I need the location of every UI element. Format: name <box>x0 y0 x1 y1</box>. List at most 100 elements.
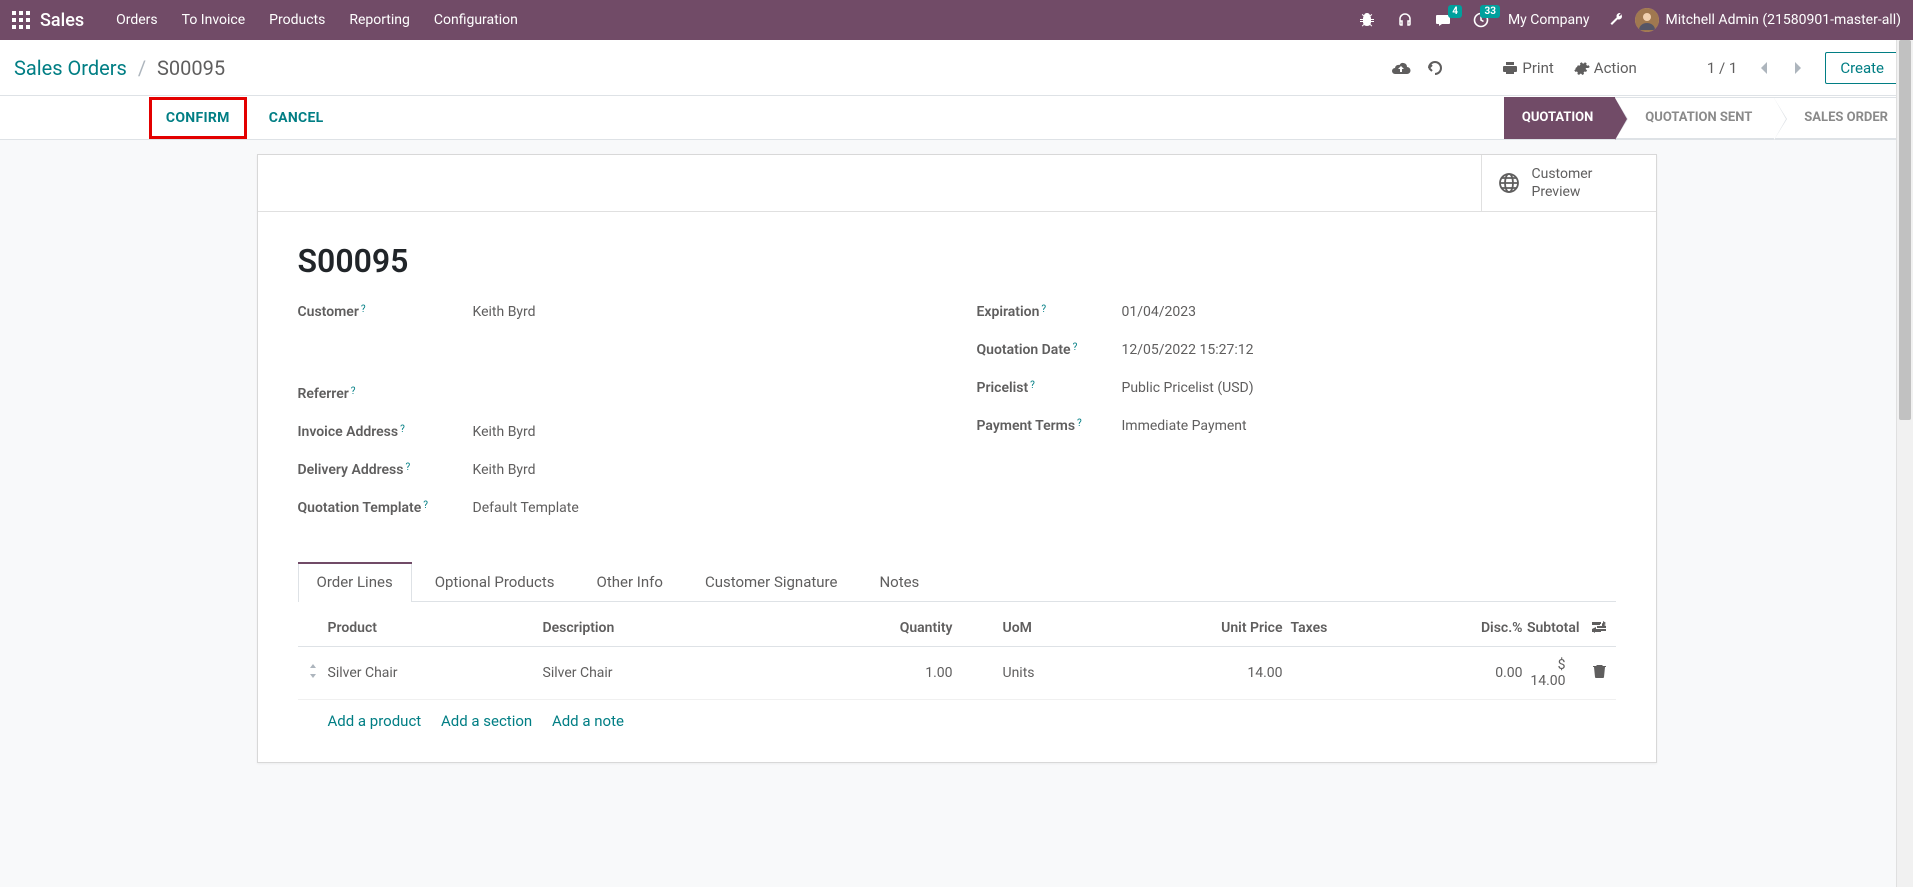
menu-configuration[interactable]: Configuration <box>422 0 530 40</box>
expiration-value[interactable]: 01/04/2023 <box>1122 304 1616 320</box>
activities-icon[interactable]: 33 <box>1466 5 1496 35</box>
help-icon[interactable]: ? <box>1077 418 1082 429</box>
table-row[interactable]: Silver Chair Silver Chair 1.00 Units 14.… <box>298 647 1616 700</box>
cell-disc[interactable]: 0.00 <box>1363 665 1523 681</box>
quotation-template-label: Quotation Template <box>298 500 422 516</box>
help-icon[interactable]: ? <box>1030 380 1035 391</box>
header-disc[interactable]: Disc.% <box>1363 620 1523 638</box>
tab-optional-products[interactable]: Optional Products <box>416 562 574 601</box>
sheet-header: Customer Preview <box>258 155 1656 212</box>
create-button[interactable]: Create <box>1825 52 1899 84</box>
header-uom[interactable]: UoM <box>953 620 1133 638</box>
delivery-address-label: Delivery Address <box>298 462 404 478</box>
user-name[interactable]: Mitchell Admin (21580901-master-all) <box>1665 12 1901 28</box>
header-unit-price[interactable]: Unit Price <box>1133 620 1283 638</box>
referrer-label: Referrer <box>298 386 349 402</box>
status-sales-order[interactable]: SALES ORDER <box>1774 97 1903 139</box>
header-taxes[interactable]: Taxes <box>1283 620 1363 638</box>
cell-quantity[interactable]: 1.00 <box>813 665 953 681</box>
payment-terms-value[interactable]: Immediate Payment <box>1122 418 1616 434</box>
top-navbar: Sales Orders To Invoice Products Reporti… <box>0 0 1913 40</box>
help-icon[interactable]: ? <box>1041 304 1046 315</box>
cell-unit-price[interactable]: 14.00 <box>1133 665 1283 681</box>
tools-icon[interactable] <box>1601 5 1631 35</box>
header-subtotal[interactable]: Subtotal <box>1523 620 1580 638</box>
invoice-address-value[interactable]: Keith Byrd <box>473 424 937 440</box>
delete-row-icon[interactable] <box>1566 664 1606 682</box>
tab-order-lines[interactable]: Order Lines <box>298 562 412 602</box>
customer-preview-line1: Customer <box>1532 165 1593 183</box>
activities-badge: 33 <box>1480 5 1499 18</box>
cloud-icon[interactable] <box>1384 53 1418 83</box>
cell-product[interactable]: Silver Chair <box>328 665 543 681</box>
globe-icon <box>1498 172 1520 194</box>
pager: 1 / 1 <box>1697 59 1748 77</box>
confirm-button[interactable]: CONFIRM <box>154 102 242 134</box>
action-label: Action <box>1594 59 1637 77</box>
form-right-col: Expiration? 01/04/2023 Quotation Date? 1… <box>977 304 1616 538</box>
print-button[interactable]: Print <box>1492 53 1563 83</box>
cell-uom[interactable]: Units <box>953 665 1133 681</box>
company-selector[interactable]: My Company <box>1500 12 1598 28</box>
menu-reporting[interactable]: Reporting <box>337 0 422 40</box>
status-quotation-sent[interactable]: QUOTATION SENT <box>1615 97 1774 139</box>
help-icon[interactable]: ? <box>361 304 366 315</box>
confirm-highlight: CONFIRM <box>149 97 247 139</box>
breadcrumb: Sales Orders / S00095 <box>14 56 225 80</box>
help-icon[interactable]: ? <box>423 500 428 511</box>
quotation-template-value[interactable]: Default Template <box>473 500 937 516</box>
send-by-email-button[interactable]: SEND BY EMAIL <box>10 102 139 134</box>
print-label: Print <box>1522 59 1553 77</box>
undo-icon[interactable] <box>1418 53 1452 83</box>
columns-settings-icon[interactable] <box>1580 620 1606 638</box>
add-links: Add a product Add a section Add a note <box>298 700 1616 742</box>
status-bar: QUOTATION QUOTATION SENT SALES ORDER <box>1504 97 1903 139</box>
help-icon[interactable]: ? <box>1073 342 1078 353</box>
payment-terms-label: Payment Terms <box>977 418 1076 434</box>
apps-icon[interactable] <box>12 11 30 29</box>
user-avatar[interactable] <box>1635 8 1659 32</box>
pricelist-value[interactable]: Public Pricelist (USD) <box>1122 380 1616 396</box>
header-product[interactable]: Product <box>328 620 543 638</box>
header-description[interactable]: Description <box>543 620 813 638</box>
pricelist-label: Pricelist <box>977 380 1029 396</box>
scrollbar[interactable] <box>1896 40 1913 887</box>
customer-value[interactable]: Keith Byrd <box>473 304 937 320</box>
pager-prev-icon[interactable] <box>1747 53 1781 83</box>
form-sheet: Customer Preview S00095 Customer? Keith … <box>257 154 1657 763</box>
app-name[interactable]: Sales <box>40 10 84 31</box>
quotation-date-value[interactable]: 12/05/2022 15:27:12 <box>1122 342 1616 358</box>
tab-notes[interactable]: Notes <box>860 562 938 601</box>
delivery-address-value[interactable]: Keith Byrd <box>473 462 937 478</box>
add-note-link[interactable]: Add a note <box>552 712 624 730</box>
sheet-container: Customer Preview S00095 Customer? Keith … <box>0 140 1913 763</box>
menu-orders[interactable]: Orders <box>104 0 170 40</box>
tab-other-info[interactable]: Other Info <box>578 562 682 601</box>
action-button[interactable]: Action <box>1564 53 1647 83</box>
messages-badge: 4 <box>1448 5 1462 18</box>
breadcrumb-parent[interactable]: Sales Orders <box>14 56 127 80</box>
record-title: S00095 <box>298 242 1616 280</box>
customer-preview-button[interactable]: Customer Preview <box>1481 155 1656 211</box>
menu-to-invoice[interactable]: To Invoice <box>170 0 258 40</box>
tab-customer-signature[interactable]: Customer Signature <box>686 562 857 601</box>
add-section-link[interactable]: Add a section <box>441 712 532 730</box>
drag-handle-icon[interactable] <box>308 664 328 682</box>
add-product-link[interactable]: Add a product <box>328 712 422 730</box>
sheet-body: S00095 Customer? Keith Byrd Referrer? In… <box>258 212 1656 762</box>
cell-description[interactable]: Silver Chair <box>543 665 813 681</box>
table-header: Product Description Quantity UoM Unit Pr… <box>298 612 1616 647</box>
help-icon[interactable]: ? <box>351 386 356 397</box>
help-icon[interactable]: ? <box>405 462 410 473</box>
scrollbar-thumb[interactable] <box>1899 40 1911 420</box>
help-icon[interactable]: ? <box>400 424 405 435</box>
support-icon[interactable] <box>1390 5 1420 35</box>
status-quotation[interactable]: QUOTATION <box>1504 97 1615 139</box>
header-quantity[interactable]: Quantity <box>813 620 953 638</box>
status-sales-order-label: SALES ORDER <box>1804 110 1888 125</box>
bug-icon[interactable] <box>1352 5 1382 35</box>
menu-products[interactable]: Products <box>257 0 337 40</box>
pager-next-icon[interactable] <box>1781 53 1815 83</box>
messages-icon[interactable]: 4 <box>1428 5 1458 35</box>
cancel-button[interactable]: CANCEL <box>257 102 336 134</box>
